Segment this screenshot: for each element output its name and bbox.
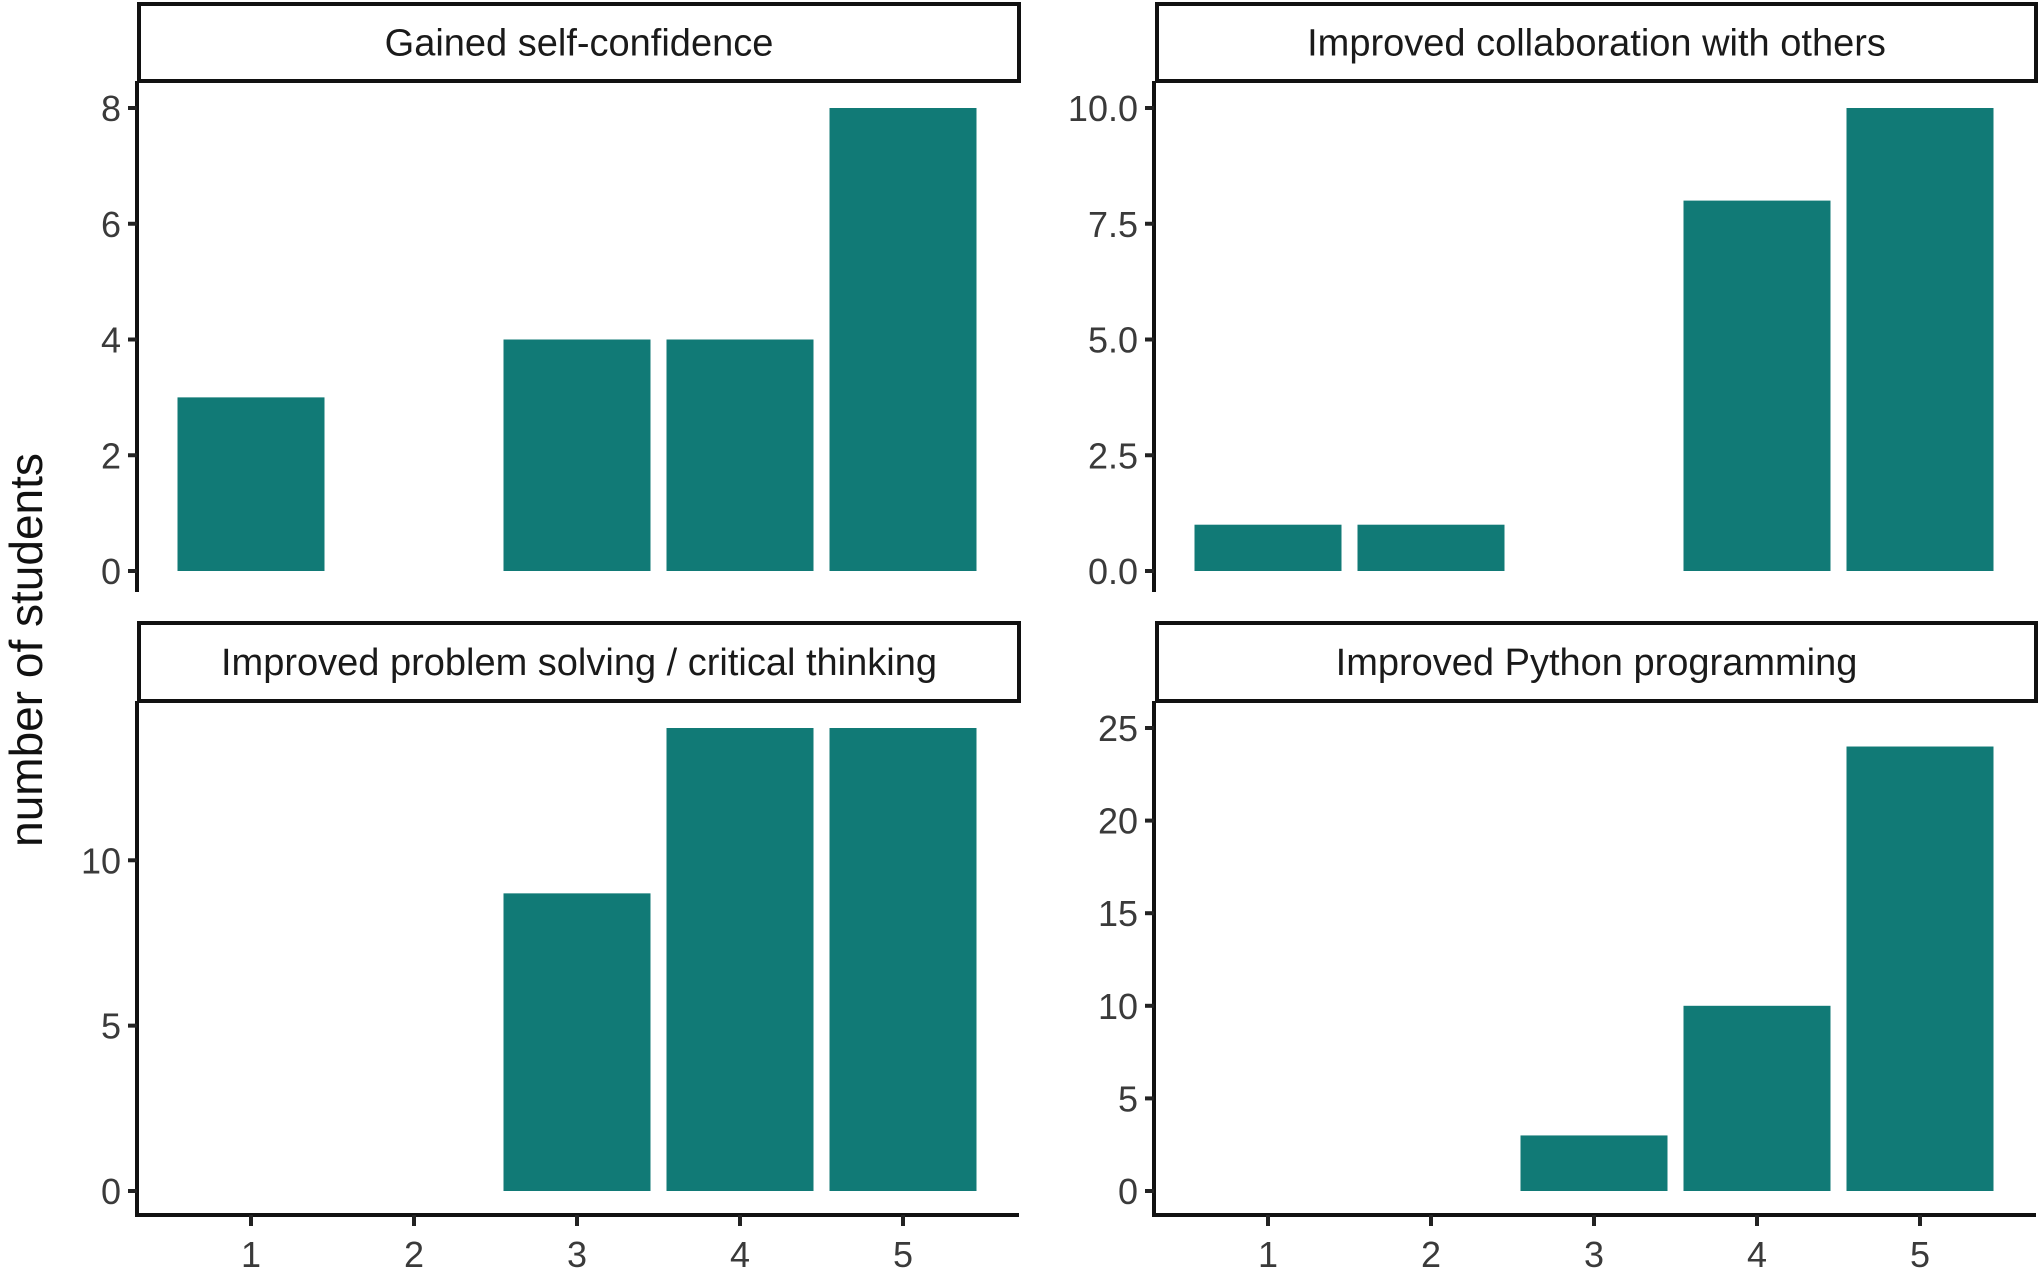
x-tick-label: 3 [567,1234,587,1272]
panel-1: Gained self-confidence 0 2 4 6 8 [101,2,1021,592]
bar-4 [1683,200,1831,571]
y-tick-label: 5.0 [1088,320,1138,361]
x-tick-label: 4 [730,1234,750,1272]
panel-title: Improved collaboration with others [1307,23,1886,65]
bar-5 [1846,108,1994,571]
panel-title: Improved problem solving / critical thin… [221,642,937,684]
x-tick-label: 2 [404,1234,424,1272]
y-tick-label: 20 [1098,801,1138,842]
y-tick-label: 6 [101,204,121,245]
x-tick-label: 1 [241,1234,261,1272]
x-tick-label: 5 [1910,1234,1930,1272]
bar-4 [1683,1005,1831,1191]
bar-3 [1520,1135,1668,1191]
y-tick-label: 0 [1118,1171,1138,1212]
bar-4 [666,728,814,1191]
y-tick-label: 7.5 [1088,204,1138,245]
bar-3 [503,893,651,1191]
bar-4 [666,339,814,571]
bar-1 [1194,524,1342,571]
panel-4: Improved Python programming 0 5 10 15 20 25 1 2 3… [1098,621,2038,1272]
bar-3 [503,339,651,571]
x-tick-label: 2 [1421,1234,1441,1272]
bar-5 [1846,746,1994,1191]
y-tick-label: 8 [101,88,121,129]
y-tick-label: 5 [101,1006,121,1047]
y-tick-label: 0 [101,551,121,592]
x-tick-label: 5 [893,1234,913,1272]
y-tick-label: 15 [1098,893,1138,934]
y-tick-label: 10.0 [1068,88,1138,129]
bar-5 [829,108,977,571]
x-tick-label: 4 [1747,1234,1767,1272]
x-tick-label: 3 [1584,1234,1604,1272]
bar-5 [829,728,977,1191]
y-tick-label: 10 [1098,986,1138,1027]
y-tick-label: 10 [81,840,121,881]
panel-2: Improved collaboration with others 0.0 2.5… [1068,2,2038,592]
faceted-bar-chart: number of students Gained self-confidenc… [0,2,2038,1272]
y-tick-label: 0 [101,1171,121,1212]
y-tick-label: 25 [1098,708,1138,749]
y-tick-label: 4 [101,320,121,361]
y-tick-label: 2.5 [1088,435,1138,476]
y-tick-label: 0.0 [1088,551,1138,592]
bar-1 [177,397,325,571]
y-tick-label: 2 [101,435,121,476]
x-tick-label: 1 [1258,1234,1278,1272]
panel-3: Improved problem solving / critical thin… [81,621,1021,1272]
panel-title: Gained self-confidence [385,23,774,65]
y-axis-label: number of students [0,453,52,847]
bar-2 [1357,524,1505,571]
y-tick-label: 5 [1118,1078,1138,1119]
panel-title: Improved Python programming [1336,642,1858,684]
